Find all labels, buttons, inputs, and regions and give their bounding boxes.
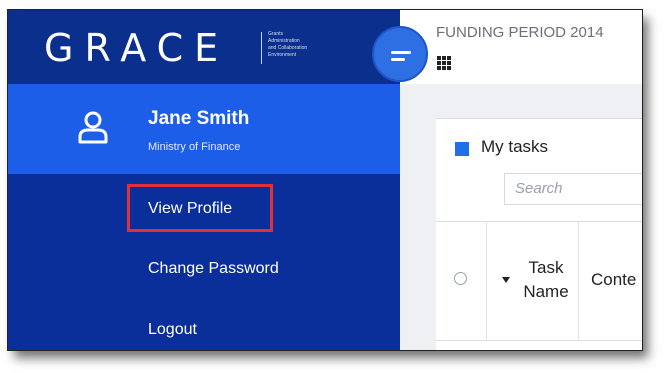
column-task-name[interactable]: Task Name	[516, 256, 576, 304]
sidebar: GRACE Grants Administration and Collabor…	[8, 10, 400, 350]
user-icon	[78, 111, 108, 144]
app-window: GRACE Grants Administration and Collabor…	[7, 9, 643, 351]
user-organization: Ministry of Finance	[148, 141, 241, 153]
user-name: Jane Smith	[148, 108, 250, 129]
table-header: Task Name Conte	[436, 221, 642, 341]
tasks-square-icon	[455, 142, 469, 156]
menu-toggle-button[interactable]	[372, 26, 428, 82]
panel-title-text: My tasks	[481, 137, 549, 156]
column-divider	[486, 222, 487, 340]
column-divider	[578, 222, 579, 340]
main-content: FUNDING PERIOD 2014 My tasks Search Task…	[400, 10, 642, 350]
change-password-link[interactable]: Change Password	[148, 260, 279, 278]
my-tasks-panel: My tasks Search Task Name Conte	[436, 118, 642, 350]
view-profile-link[interactable]: View Profile	[148, 200, 232, 218]
grid-icon[interactable]	[437, 56, 451, 70]
brand-tagline: Grants Administration and Collaboration …	[268, 31, 308, 58]
top-bar: FUNDING PERIOD 2014	[400, 10, 642, 84]
select-all-radio[interactable]	[454, 272, 467, 285]
hamburger-icon	[391, 51, 411, 54]
brand-divider	[261, 32, 262, 64]
user-panel: Jane Smith Ministry of Finance	[8, 84, 400, 174]
brand-header: GRACE Grants Administration and Collabor…	[8, 10, 400, 84]
column-content[interactable]: Conte	[591, 270, 636, 290]
logout-link[interactable]: Logout	[148, 321, 197, 339]
hamburger-icon-line	[391, 58, 405, 61]
funding-period-label: FUNDING PERIOD 2014	[436, 24, 604, 41]
sort-caret-icon[interactable]	[502, 277, 510, 283]
brand-logo: GRACE	[44, 26, 230, 70]
search-input[interactable]: Search	[504, 173, 642, 205]
